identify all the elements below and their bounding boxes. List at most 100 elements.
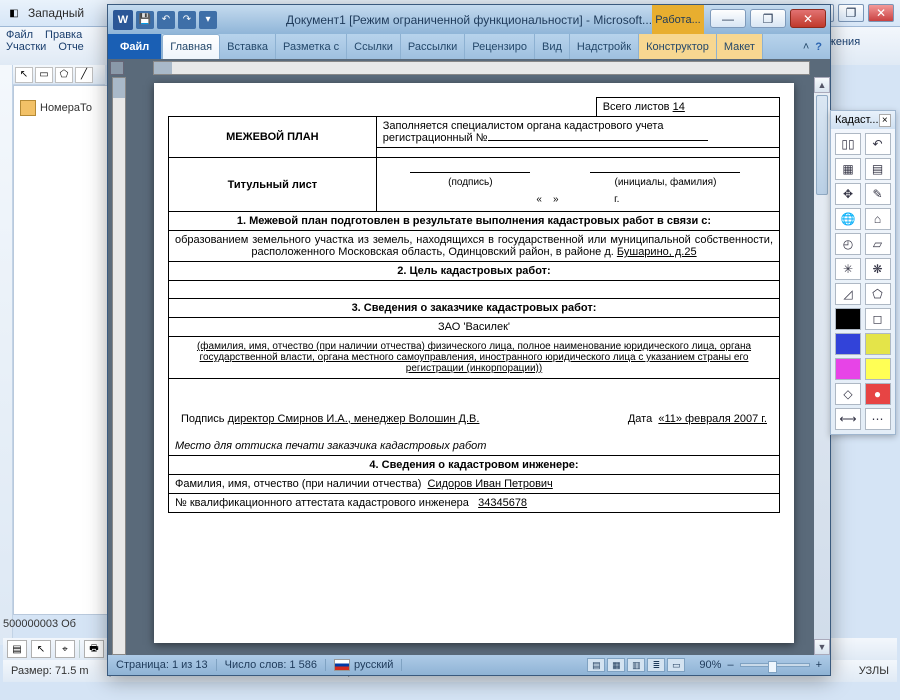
word-app-icon[interactable]: W: [113, 10, 133, 30]
shape-icon[interactable]: ◻: [865, 308, 891, 330]
color-blue-icon[interactable]: [835, 333, 861, 355]
horizontal-ruler[interactable]: [153, 61, 810, 75]
ribbon-minimize-icon[interactable]: ˄: [803, 41, 809, 53]
fullscreen-view-icon[interactable]: ▦: [607, 658, 625, 672]
house-icon[interactable]: ⌂: [865, 208, 891, 230]
scroll-up-icon[interactable]: ▲: [814, 77, 830, 93]
vertical-scrollbar[interactable]: ▲ ▼: [814, 77, 830, 655]
tab-references[interactable]: Ссылки: [347, 34, 401, 59]
tab-home[interactable]: Главная: [162, 34, 220, 59]
word-window-controls: — ❐ ✕: [710, 9, 826, 28]
status-wordcount[interactable]: Число слов: 1 586: [217, 659, 326, 671]
palette-title: Кадаст...: [835, 114, 879, 126]
arrow-tool-icon[interactable]: ↖: [15, 67, 33, 83]
document-page[interactable]: Всего листов 14 МЕЖЕВОЙ ПЛАН Заполняется…: [154, 83, 794, 643]
fill-black-icon[interactable]: [835, 308, 861, 330]
document-area: Всего листов 14 МЕЖЕВОЙ ПЛАН Заполняется…: [108, 77, 830, 655]
record-icon[interactable]: ●: [865, 383, 891, 405]
diamond-icon[interactable]: ◇: [835, 383, 861, 405]
polygon-tool-icon[interactable]: ⬠: [55, 67, 73, 83]
status-language[interactable]: русский: [326, 659, 402, 671]
tab-design[interactable]: Конструктор: [639, 34, 717, 59]
scroll-thumb[interactable]: [816, 95, 828, 195]
menu-edit[interactable]: Правка: [45, 29, 82, 41]
flag-ru-icon: [334, 659, 350, 671]
palette-titlebar[interactable]: Кадаст... ×: [831, 111, 895, 129]
word-titlebar[interactable]: W 💾 ↶ ↷ ▾ Документ1 [Режим ограниченной …: [108, 5, 830, 34]
tool-button[interactable]: ⌖: [55, 640, 75, 658]
expand-icon[interactable]: ⟷: [835, 408, 861, 430]
view-switcher: ▤ ▦ ▥ ≣ ▭: [581, 658, 691, 672]
save-icon[interactable]: 💾: [136, 11, 154, 29]
contextual-tab-group: Работа...: [652, 5, 704, 34]
color-yellow-icon[interactable]: [865, 333, 891, 355]
pencil-icon[interactable]: ✎: [865, 183, 891, 205]
color-lightyellow-icon[interactable]: [865, 358, 891, 380]
crosshair-icon[interactable]: ✳: [835, 258, 861, 280]
close-button[interactable]: ✕: [790, 9, 826, 28]
cadastre-tool-palette[interactable]: Кадаст... × ▯▯ ↶ ▦ ▤ ✥ ✎ 🌐 ⌂ ◴ ▱ ✳ ❋ ◿ ⬠…: [830, 110, 896, 435]
maximize-button[interactable]: ❐: [838, 4, 864, 22]
tool-button[interactable]: ↖: [31, 640, 51, 658]
backapp-edge-toolbar: [0, 65, 13, 645]
word-window: W 💾 ↶ ↷ ▾ Документ1 [Режим ограниченной …: [107, 4, 831, 676]
backapp-mini-toolbar: ↖ ▭ ⬠ ╱: [13, 65, 105, 85]
close-button[interactable]: ✕: [868, 4, 894, 22]
polygon-icon[interactable]: ⬠: [865, 283, 891, 305]
tab-file[interactable]: Файл: [108, 34, 162, 59]
ruler-corner[interactable]: [110, 61, 124, 75]
undo-icon[interactable]: ↶: [157, 11, 175, 29]
zoom-out-icon[interactable]: –: [727, 659, 733, 671]
print-layout-view-icon[interactable]: ▤: [587, 658, 605, 672]
tab-addins[interactable]: Надстройк: [570, 34, 639, 59]
redo-icon[interactable]: ↷: [178, 11, 196, 29]
qat-more-icon[interactable]: ▾: [199, 11, 217, 29]
table-icon[interactable]: ▤: [865, 158, 891, 180]
menu-reports[interactable]: Отче: [58, 41, 83, 53]
scroll-down-icon[interactable]: ▼: [814, 639, 830, 655]
web-view-icon[interactable]: ▥: [627, 658, 645, 672]
tab-insert[interactable]: Вставка: [220, 34, 276, 59]
grid-icon[interactable]: ▦: [835, 158, 861, 180]
clock-icon[interactable]: ◴: [835, 233, 861, 255]
word-statusbar: Страница: 1 из 13 Число слов: 1 586 русс…: [108, 655, 830, 675]
zoom-level[interactable]: 90%: [699, 659, 721, 671]
ribbon-tabs: Файл Главная Вставка Разметка с Ссылки Р…: [108, 34, 830, 59]
outline-view-icon[interactable]: ≣: [647, 658, 665, 672]
backapp-title: Западный: [28, 6, 84, 20]
undo-icon[interactable]: ↶: [865, 133, 891, 155]
menu-areas[interactable]: Участки: [6, 41, 46, 53]
tool-button[interactable]: 🖶: [84, 640, 104, 658]
area-icon[interactable]: ▱: [865, 233, 891, 255]
backapp-icon: ◧: [6, 5, 22, 21]
burst-icon[interactable]: ❋: [865, 258, 891, 280]
tab-layout[interactable]: Разметка с: [276, 34, 347, 59]
close-icon[interactable]: ×: [879, 114, 891, 127]
tab-table-layout[interactable]: Макет: [717, 34, 763, 59]
vertical-ruler[interactable]: [112, 77, 126, 655]
backapp-readout: 500000003 Об: [3, 618, 107, 630]
zoom-slider[interactable]: [740, 663, 810, 667]
book-icon[interactable]: ▯▯: [835, 133, 861, 155]
move-icon[interactable]: ✥: [835, 183, 861, 205]
tab-view[interactable]: Вид: [535, 34, 570, 59]
page-viewport[interactable]: Всего листов 14 МЕЖЕВОЙ ПЛАН Заполняется…: [130, 77, 830, 655]
status-page[interactable]: Страница: 1 из 13: [108, 659, 217, 671]
color-magenta-icon[interactable]: [835, 358, 861, 380]
help-icon[interactable]: ?: [815, 41, 822, 53]
zoom-in-icon[interactable]: +: [816, 659, 822, 671]
tab-review[interactable]: Рецензиро: [465, 34, 535, 59]
tab-mailings[interactable]: Рассылки: [401, 34, 465, 59]
globe-icon[interactable]: 🌐: [835, 208, 861, 230]
more-icon[interactable]: ⋯: [865, 408, 891, 430]
line-tool-icon[interactable]: ╱: [75, 67, 93, 83]
menu-file[interactable]: Файл: [6, 29, 33, 41]
tool-button[interactable]: ▤: [7, 640, 27, 658]
rect-tool-icon[interactable]: ▭: [35, 67, 53, 83]
zoom-control: 90% – +: [691, 659, 830, 671]
tree-item[interactable]: НомераТо: [14, 86, 112, 120]
minimize-button[interactable]: —: [710, 9, 746, 28]
angle-icon[interactable]: ◿: [835, 283, 861, 305]
draft-view-icon[interactable]: ▭: [667, 658, 685, 672]
maximize-button[interactable]: ❐: [750, 9, 786, 28]
